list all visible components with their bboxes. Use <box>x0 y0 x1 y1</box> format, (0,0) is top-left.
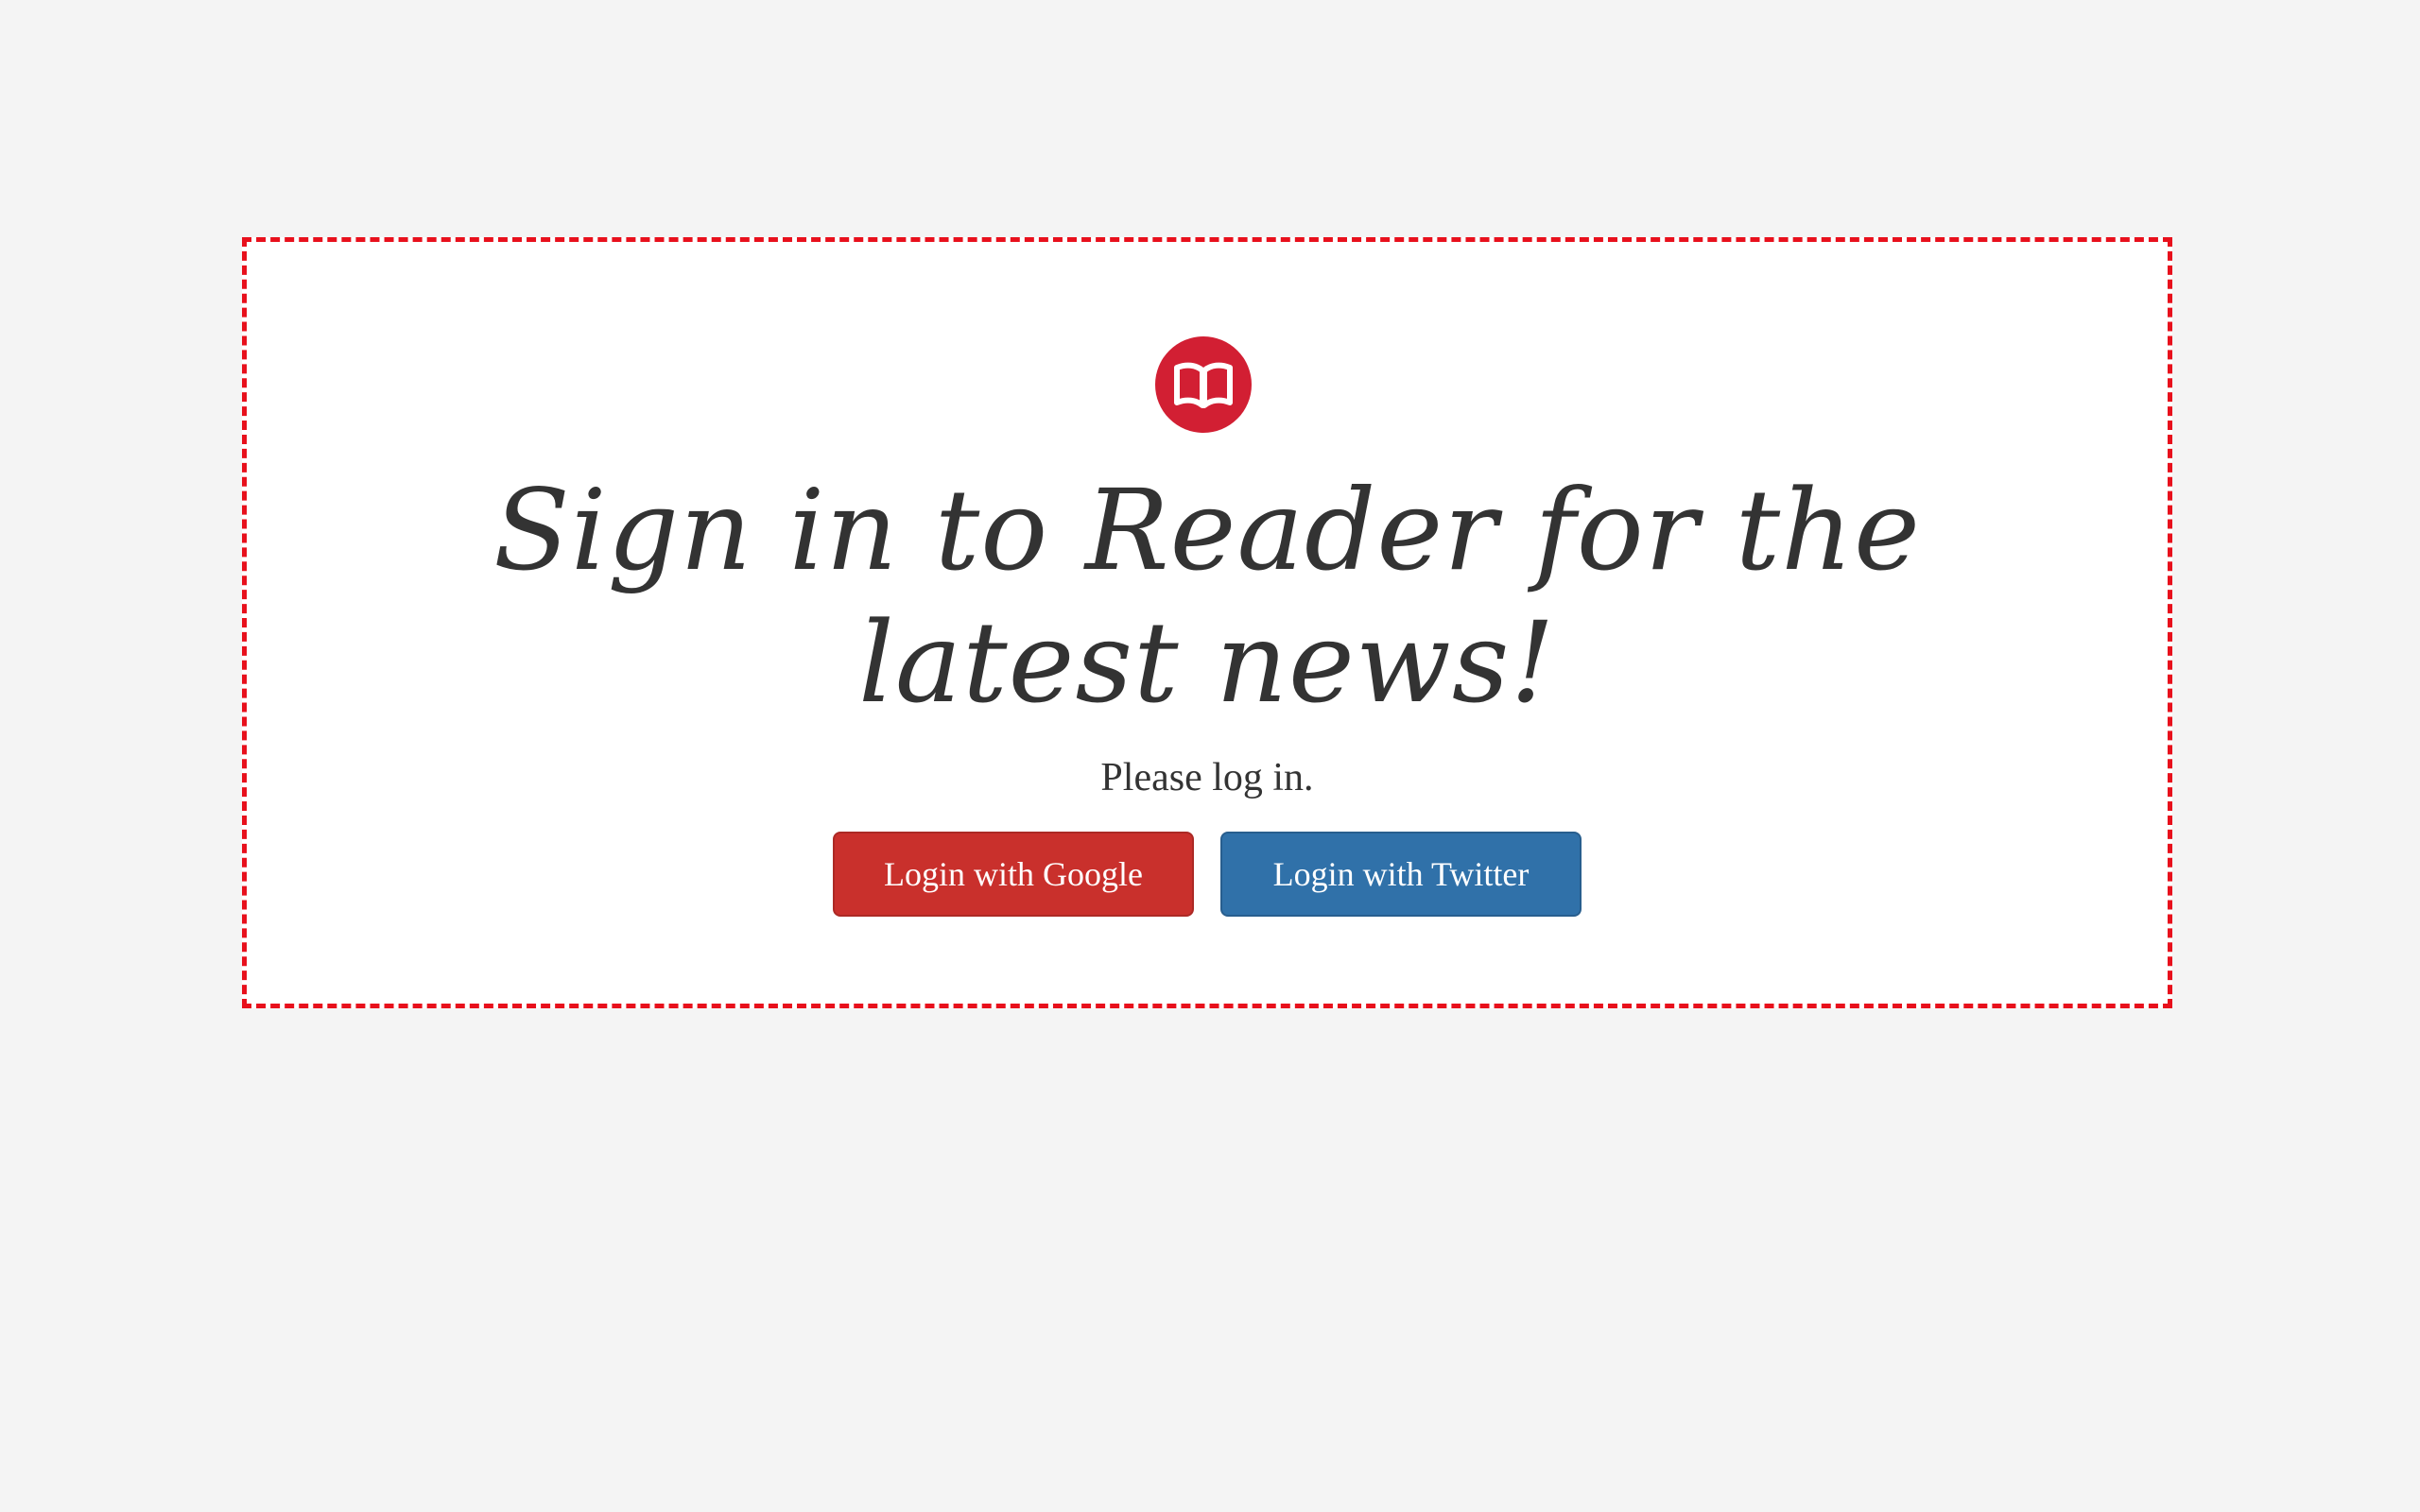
book-icon <box>1174 362 1233 408</box>
login-prompt: Please log in. <box>1100 756 1314 799</box>
login-twitter-button[interactable]: Login with Twitter <box>1220 832 1582 917</box>
login-google-button[interactable]: Login with Google <box>833 832 1194 917</box>
login-buttons: Login with Google Login with Twitter <box>247 832 2168 917</box>
app-logo <box>1155 336 1252 433</box>
login-panel: Sign in to Reader for the latest news! P… <box>242 237 2172 1008</box>
page-title: Sign in to Reader for the latest news! <box>493 465 1922 728</box>
